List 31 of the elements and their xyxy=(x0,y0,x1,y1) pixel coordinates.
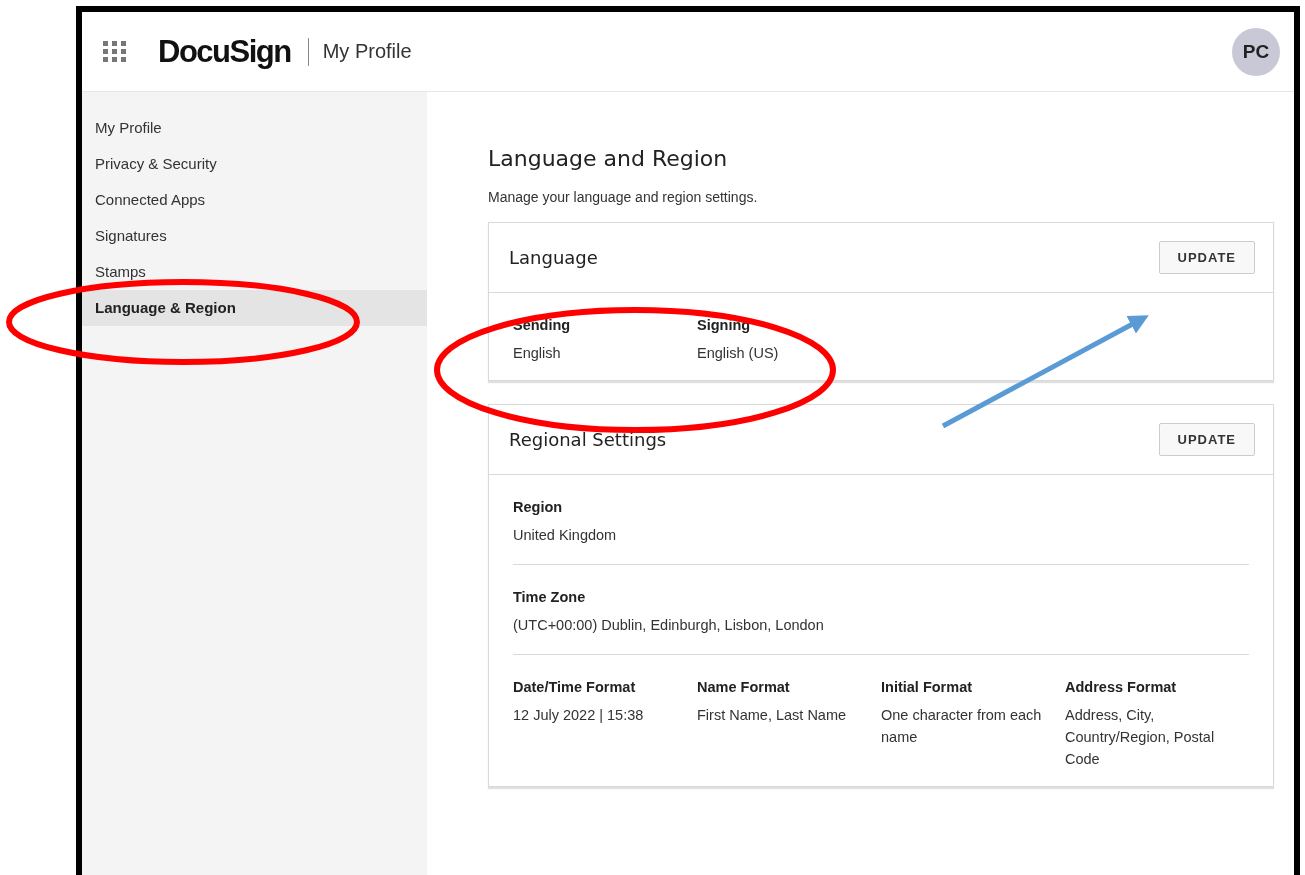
sidebar-item[interactable]: Connected Apps xyxy=(82,182,427,218)
field-label: Date/Time Format xyxy=(513,679,637,695)
update-button[interactable]: UPDATE xyxy=(1158,423,1255,456)
field-value: English xyxy=(513,344,562,363)
field-value: (UTC+00:00) Dublin, Edinburgh, Lisbon, London xyxy=(513,616,825,635)
field-label: Address Format xyxy=(1065,679,1178,695)
card-title: Language xyxy=(509,247,598,268)
field-label: Initial Format xyxy=(881,679,974,695)
sidebar-item[interactable]: Signatures xyxy=(82,218,427,254)
card-title: Regional Settings xyxy=(509,429,667,450)
sidebar-item[interactable]: Language & Region xyxy=(82,290,427,326)
avatar[interactable]: PC xyxy=(1232,27,1280,76)
page-title: My Profile xyxy=(322,40,412,63)
sidebar-item[interactable]: My Profile xyxy=(82,110,427,146)
section-heading: Language and Region xyxy=(488,146,729,171)
logo[interactable]: DocuSign xyxy=(158,33,291,70)
field-value: Address, City, Country/Region, Postal Code xyxy=(1065,706,1216,769)
field-label: Region xyxy=(513,499,564,515)
field-value: One character from each name xyxy=(881,706,1043,747)
description: Manage your language and region settings. xyxy=(488,189,759,205)
update-button[interactable]: UPDATE xyxy=(1158,241,1255,274)
field-value: United Kingdom xyxy=(513,526,618,545)
field-value: English (US) xyxy=(697,344,780,363)
field-label: Time Zone xyxy=(513,589,587,605)
field-value: 12 July 2022 | 15:38 xyxy=(513,706,645,725)
field-label: Name Format xyxy=(697,679,791,695)
sidebar-item[interactable]: Privacy & Security xyxy=(82,146,427,182)
field-label: Signing xyxy=(697,317,752,333)
apps-grid-icon[interactable] xyxy=(103,40,127,63)
sidebar-item[interactable]: Stamps xyxy=(82,254,427,290)
field-value: First Name, Last Name xyxy=(697,706,848,725)
